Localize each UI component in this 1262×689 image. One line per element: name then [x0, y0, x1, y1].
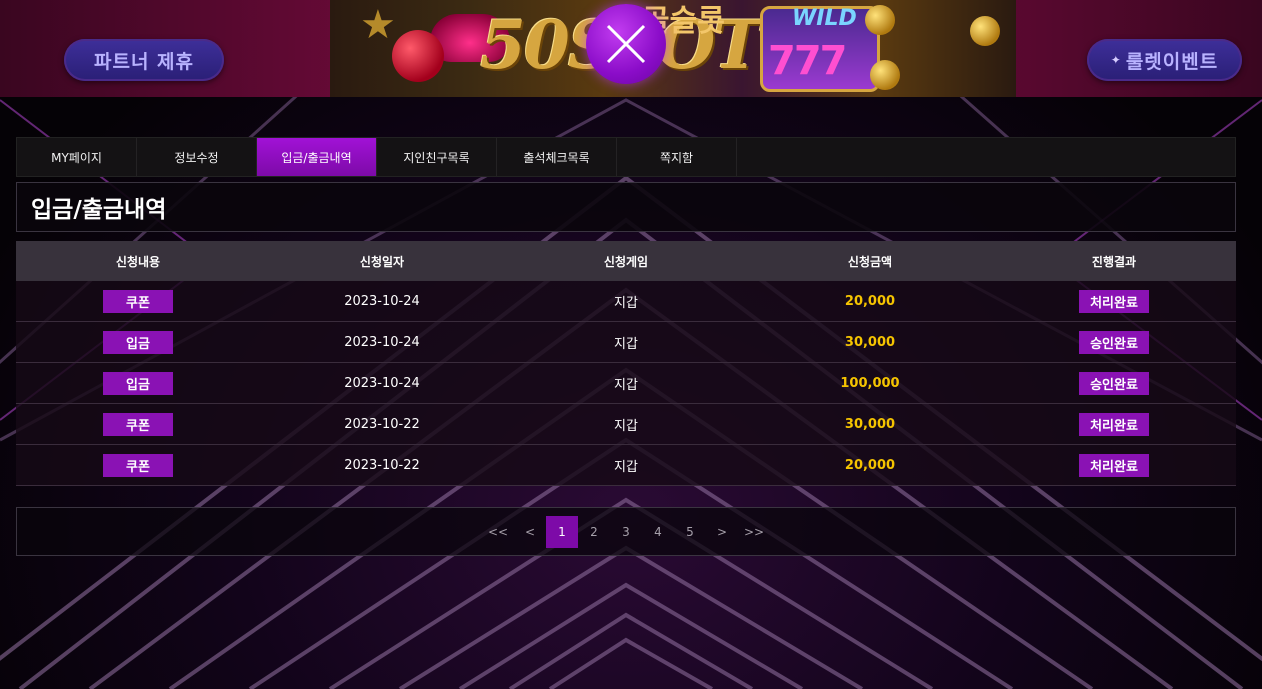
- tab-attendance[interactable]: 출석체크목록: [497, 138, 617, 176]
- tab-mypage[interactable]: MY페이지: [17, 138, 137, 176]
- first-page-button[interactable]: <<: [482, 516, 514, 548]
- sparkle-icon: ✦: [1110, 53, 1122, 67]
- tab-friends[interactable]: 지인친구목록: [377, 138, 497, 176]
- mypage-tabs: MY페이지 정보수정 입금/출금내역 지인친구목록 출석체크목록 쪽지함: [16, 137, 1236, 177]
- last-page-button[interactable]: >>: [738, 516, 770, 548]
- pagination: << < 1 2 3 4 5 > >>: [16, 507, 1236, 556]
- roulette-button-label: 룰렛이벤트: [1125, 50, 1219, 73]
- page-button-3[interactable]: 3: [610, 516, 642, 548]
- amount-cell: 30,000: [844, 334, 896, 350]
- amount-cell: 30,000: [844, 416, 896, 432]
- page-button-1[interactable]: 1: [546, 515, 578, 548]
- table-row: 쿠폰 2023-10-22 지갑 20,000 처리완료: [16, 445, 1236, 486]
- header-game: 신청게임: [603, 254, 649, 269]
- banner-artwork: ★ 50SLOT 골슬롯 WILD 777: [330, 0, 1016, 97]
- coin-icon: [865, 5, 895, 35]
- table-row: 입금 2023-10-24 지갑 100,000 승인완료: [16, 363, 1236, 404]
- partner-button-label: 파트너 제휴: [93, 50, 194, 73]
- game-cell: 지갑: [614, 377, 638, 393]
- header-date: 신청일자: [359, 254, 405, 269]
- roulette-event-button[interactable]: ✦ 룰렛이벤트: [1087, 39, 1242, 81]
- close-icon: [606, 24, 646, 64]
- top-banner: ★ 50SLOT 골슬롯 WILD 777 파트너 제휴 ✦ 룰렛이벤트: [0, 0, 1262, 97]
- prev-page-button[interactable]: <: [514, 516, 546, 548]
- amount-cell: 100,000: [840, 375, 900, 391]
- history-table: 신청내용 신청일자 신청게임 신청금액 진행결과 쿠폰 2023-10-24 지…: [16, 241, 1236, 486]
- date-cell: 2023-10-24: [344, 293, 420, 309]
- type-badge: 쿠폰: [103, 412, 173, 436]
- result-badge: 처리완료: [1079, 453, 1149, 477]
- header-amount: 신청금액: [847, 254, 893, 269]
- type-badge: 입금: [103, 330, 173, 354]
- game-cell: 지갑: [614, 459, 638, 475]
- next-page-button[interactable]: >: [706, 516, 738, 548]
- result-badge: 승인완료: [1079, 330, 1149, 354]
- page-button-4[interactable]: 4: [642, 516, 674, 548]
- table-row: 쿠폰 2023-10-22 지갑 30,000 처리완료: [16, 404, 1236, 445]
- game-cell: 지갑: [614, 336, 638, 352]
- table-header: 신청내용 신청일자 신청게임 신청금액 진행결과: [16, 241, 1236, 281]
- tab-edit-info[interactable]: 정보수정: [137, 138, 257, 176]
- page-button-5[interactable]: 5: [674, 516, 706, 548]
- date-cell: 2023-10-24: [344, 375, 420, 391]
- wild-label: WILD: [792, 6, 857, 31]
- page-title: 입금/출금내역: [16, 182, 1236, 232]
- star-icon: ★: [360, 2, 396, 48]
- coin-icon: [970, 16, 1000, 46]
- cherry-image: [392, 30, 444, 82]
- close-button[interactable]: [586, 4, 666, 84]
- result-badge: 처리완료: [1079, 289, 1149, 313]
- game-cell: 지갑: [614, 295, 638, 311]
- type-badge: 쿠폰: [103, 289, 173, 313]
- amount-cell: 20,000: [844, 457, 896, 473]
- date-cell: 2023-10-24: [344, 334, 420, 350]
- reels-label: 777: [768, 38, 847, 84]
- coin-icon: [870, 60, 900, 90]
- type-badge: 쿠폰: [103, 453, 173, 477]
- date-cell: 2023-10-22: [344, 457, 420, 473]
- tab-deposit-withdraw[interactable]: 입금/출금내역: [257, 138, 377, 176]
- type-badge: 입금: [103, 371, 173, 395]
- table-row: 쿠폰 2023-10-24 지갑 20,000 처리완료: [16, 281, 1236, 322]
- mypage-panel: MY페이지 정보수정 입금/출금내역 지인친구목록 출석체크목록 쪽지함 입금/…: [16, 137, 1236, 556]
- result-badge: 승인완료: [1079, 371, 1149, 395]
- page-button-2[interactable]: 2: [578, 516, 610, 548]
- partner-button[interactable]: 파트너 제휴: [64, 39, 224, 81]
- amount-cell: 20,000: [844, 293, 896, 309]
- table-row: 입금 2023-10-24 지갑 30,000 승인완료: [16, 322, 1236, 363]
- header-type: 신청내용: [115, 254, 161, 269]
- result-badge: 처리완료: [1079, 412, 1149, 436]
- date-cell: 2023-10-22: [344, 416, 420, 432]
- header-result: 진행결과: [1091, 254, 1137, 269]
- game-cell: 지갑: [614, 418, 638, 434]
- tab-messages[interactable]: 쪽지함: [617, 138, 737, 176]
